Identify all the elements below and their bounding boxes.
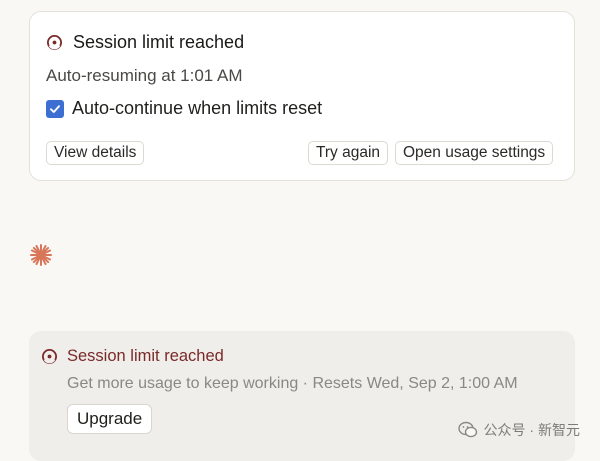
banner-subtitle: Get more usage to keep working · Resets … xyxy=(67,375,518,392)
open-usage-settings-button[interactable]: Open usage settings xyxy=(395,141,554,165)
notice-title: Session limit reached xyxy=(73,32,245,52)
session-limit-card: Session limit reached Auto-resuming at 1… xyxy=(29,11,575,181)
auto-continue-checkbox[interactable] xyxy=(46,99,64,118)
session-limit-icon xyxy=(46,34,63,51)
session-limit-icon xyxy=(41,348,58,365)
upgrade-button[interactable]: Upgrade xyxy=(67,404,153,434)
asterisk-spinner-icon xyxy=(29,243,53,267)
watermark-text: 公众号 · 新智元 xyxy=(483,422,580,438)
watermark: 公众号 · 新智元 xyxy=(457,420,580,440)
try-again-button[interactable]: Try again xyxy=(308,141,389,165)
view-details-button[interactable]: View details xyxy=(46,141,145,165)
auto-continue-option[interactable]: Auto-continue when limits reset xyxy=(46,98,322,119)
banner-header: Session limit reached xyxy=(41,347,224,366)
auto-resume-time: Auto-resuming at 1:01 AM xyxy=(46,66,243,85)
usage-limit-banner: Session limit reached Get more usage to … xyxy=(29,331,575,461)
wechat-icon xyxy=(457,421,478,439)
banner-title: Session limit reached xyxy=(67,347,224,365)
notice-header: Session limit reached xyxy=(46,32,244,53)
auto-continue-label: Auto-continue when limits reset xyxy=(72,98,323,118)
check-icon xyxy=(50,104,60,113)
